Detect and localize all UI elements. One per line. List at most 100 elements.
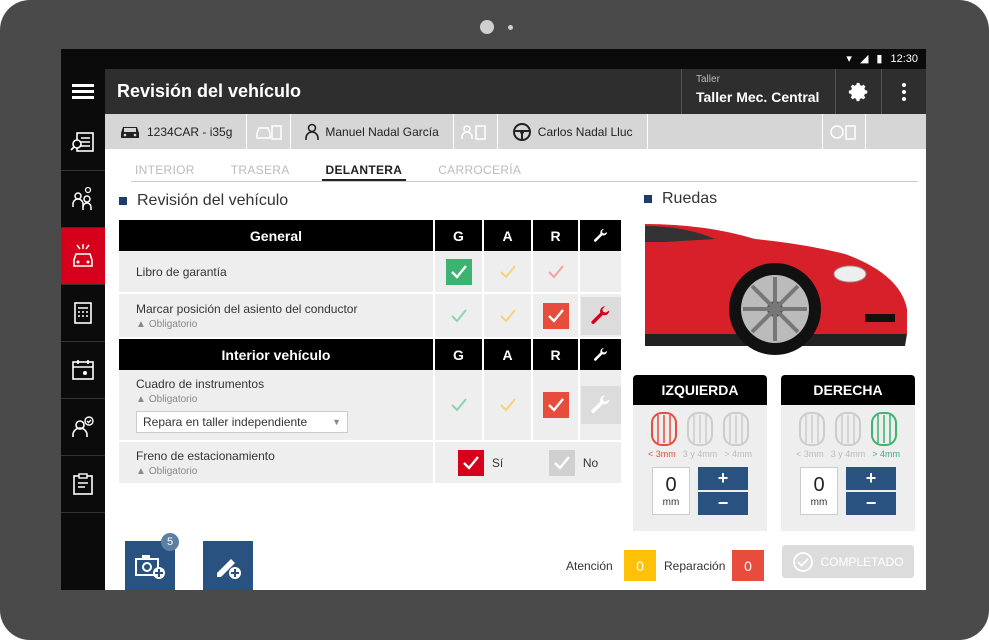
row-label: Marcar posición del asiento del conducto… bbox=[136, 301, 358, 316]
taller-selector[interactable]: Taller Taller Mec. Central bbox=[681, 69, 819, 114]
wrench-header-icon bbox=[580, 220, 623, 251]
car-inspection-icon bbox=[73, 244, 93, 267]
document-search-icon bbox=[70, 132, 94, 152]
owner-info: Manuel Nadal García bbox=[291, 114, 454, 149]
add-note-button[interactable] bbox=[203, 541, 253, 590]
car-icon bbox=[121, 126, 139, 138]
hamburger-menu-icon[interactable] bbox=[61, 69, 105, 114]
calendar-icon bbox=[72, 360, 94, 380]
owner-doc-icon[interactable] bbox=[454, 114, 498, 149]
plate-text: 1234CAR - i35g bbox=[147, 124, 233, 139]
tab-interior[interactable]: INTERIOR bbox=[131, 157, 199, 181]
clipboard-icon bbox=[73, 473, 93, 495]
repair-type-select[interactable]: Repara en taller independiente ▼ bbox=[136, 411, 348, 433]
table-header-interior: Interior vehículo G A R bbox=[119, 339, 623, 370]
decrement-button[interactable]: − bbox=[846, 492, 896, 515]
signal-icon: ◢ bbox=[859, 53, 869, 65]
check-r[interactable] bbox=[533, 251, 580, 292]
increment-button[interactable]: + bbox=[846, 467, 896, 490]
row-label: Cuadro de instrumentos bbox=[136, 377, 265, 391]
checklist-table: General G A R Libro de garantía Marcar p… bbox=[119, 220, 623, 485]
steering-wheel-icon bbox=[512, 122, 531, 141]
table-header-general: General G A R bbox=[119, 220, 623, 251]
increment-button[interactable]: + bbox=[698, 467, 748, 490]
check-r[interactable] bbox=[533, 294, 580, 337]
tire-medium-icon[interactable] bbox=[834, 411, 862, 447]
attention-count: 0 bbox=[624, 550, 656, 581]
sidebar-item-user-check[interactable] bbox=[61, 399, 105, 456]
completed-button[interactable]: COMPLETADO bbox=[782, 545, 914, 578]
tab-trasera[interactable]: TRASERA bbox=[227, 157, 294, 181]
sidebar-item-clipboard[interactable] bbox=[61, 456, 105, 513]
parking-brake-yes[interactable]: Sí bbox=[457, 449, 503, 476]
sidebar-item-calendar[interactable] bbox=[61, 342, 105, 399]
status-bar: ▾ ◢ ▮ 12:30 bbox=[61, 49, 926, 69]
screen: ▾ ◢ ▮ 12:30 Revisión del vehículo Taller… bbox=[61, 49, 926, 590]
vehicle-doc-icon[interactable] bbox=[247, 114, 292, 149]
repair-count: 0 bbox=[732, 550, 764, 581]
app-bar: Revisión del vehículo Taller Taller Mec.… bbox=[61, 69, 926, 114]
calculator-icon bbox=[74, 302, 92, 324]
section-tabs: INTERIOR TRASERA DELANTERA CARROCERÍA bbox=[131, 157, 918, 182]
tab-carroceria[interactable]: CARROCERÍA bbox=[434, 157, 525, 181]
user-check-icon bbox=[72, 416, 94, 437]
review-section-title: Revisión del vehículo bbox=[119, 192, 288, 210]
row-label: Libro de garantía bbox=[136, 264, 227, 279]
check-a[interactable] bbox=[484, 251, 533, 292]
more-options-icon[interactable] bbox=[881, 69, 926, 114]
tire-worn-icon[interactable] bbox=[650, 411, 678, 447]
people-icon bbox=[72, 186, 92, 210]
battery-icon: ▮ bbox=[876, 53, 883, 65]
settings-gear-icon[interactable] bbox=[835, 69, 881, 114]
wheel-card-left: IZQUIERDA < 3mm 3 y 4mm > 4mm 0 mm + − bbox=[633, 375, 767, 531]
camera-lens bbox=[480, 20, 494, 34]
tread-depth-left: 0 mm bbox=[652, 467, 690, 515]
wrench-icon bbox=[590, 305, 609, 324]
photo-count-badge: 5 bbox=[161, 533, 179, 551]
check-g[interactable] bbox=[435, 370, 484, 440]
table-row: Cuadro de instrumentos ▲ Obligatorio Repa… bbox=[119, 370, 623, 442]
check-g[interactable] bbox=[435, 251, 484, 292]
person-icon bbox=[305, 123, 320, 140]
plate-info: 1234CAR - i35g bbox=[105, 114, 248, 149]
table-row: Libro de garantía bbox=[119, 251, 623, 294]
parking-brake-no[interactable]: No bbox=[548, 449, 598, 476]
repair-label: Reparación bbox=[664, 559, 726, 573]
camera-sensor bbox=[508, 25, 513, 30]
check-g[interactable] bbox=[435, 294, 484, 337]
check-r[interactable] bbox=[533, 370, 580, 440]
owner-text: Manuel Nadal García bbox=[325, 124, 439, 139]
clock: 12:30 bbox=[890, 52, 918, 65]
tire-medium-icon[interactable] bbox=[686, 411, 714, 447]
car-image bbox=[645, 214, 911, 364]
sidebar-item-calculator[interactable] bbox=[61, 285, 105, 342]
sidebar-item-vehicle[interactable] bbox=[61, 228, 105, 285]
wheel-card-right: DERECHA < 3mm 3 y 4mm > 4mm 0 mm + − bbox=[781, 375, 915, 531]
repair-wrench-button[interactable] bbox=[580, 370, 623, 440]
sidebar-item-document[interactable] bbox=[61, 114, 105, 171]
warning-icon: ▲ bbox=[136, 394, 146, 405]
wifi-icon: ▾ bbox=[846, 53, 852, 65]
decrement-button[interactable]: − bbox=[698, 492, 748, 515]
wheels-section-title: Ruedas bbox=[644, 190, 717, 208]
driver-info: Carlos Nadal Lluc bbox=[498, 114, 648, 149]
tire-good-icon[interactable] bbox=[722, 411, 750, 447]
taller-label: Taller bbox=[696, 74, 720, 85]
vehicle-info-bar: 1234CAR - i35g Manuel Nadal García Carlo… bbox=[105, 114, 926, 149]
dropdown-arrow-icon: ▼ bbox=[332, 417, 341, 427]
check-circle-icon bbox=[793, 551, 814, 572]
tire-good-icon[interactable] bbox=[870, 411, 898, 447]
tab-delantera[interactable]: DELANTERA bbox=[321, 157, 407, 181]
tire-worn-icon[interactable] bbox=[798, 411, 826, 447]
driver-doc-icon[interactable] bbox=[822, 114, 866, 149]
tablet-frame: ▾ ◢ ▮ 12:30 Revisión del vehículo Taller… bbox=[0, 0, 989, 640]
warning-icon: ▲ bbox=[136, 318, 146, 330]
repair-wrench-button[interactable] bbox=[580, 294, 623, 337]
check-a[interactable] bbox=[484, 294, 533, 337]
wrench-header-icon bbox=[580, 339, 623, 370]
sidebar-item-people[interactable] bbox=[61, 171, 105, 228]
sidebar bbox=[61, 114, 105, 590]
page-title: Revisión del vehículo bbox=[117, 81, 302, 101]
add-photo-icon bbox=[135, 554, 165, 579]
check-a[interactable] bbox=[484, 370, 533, 440]
